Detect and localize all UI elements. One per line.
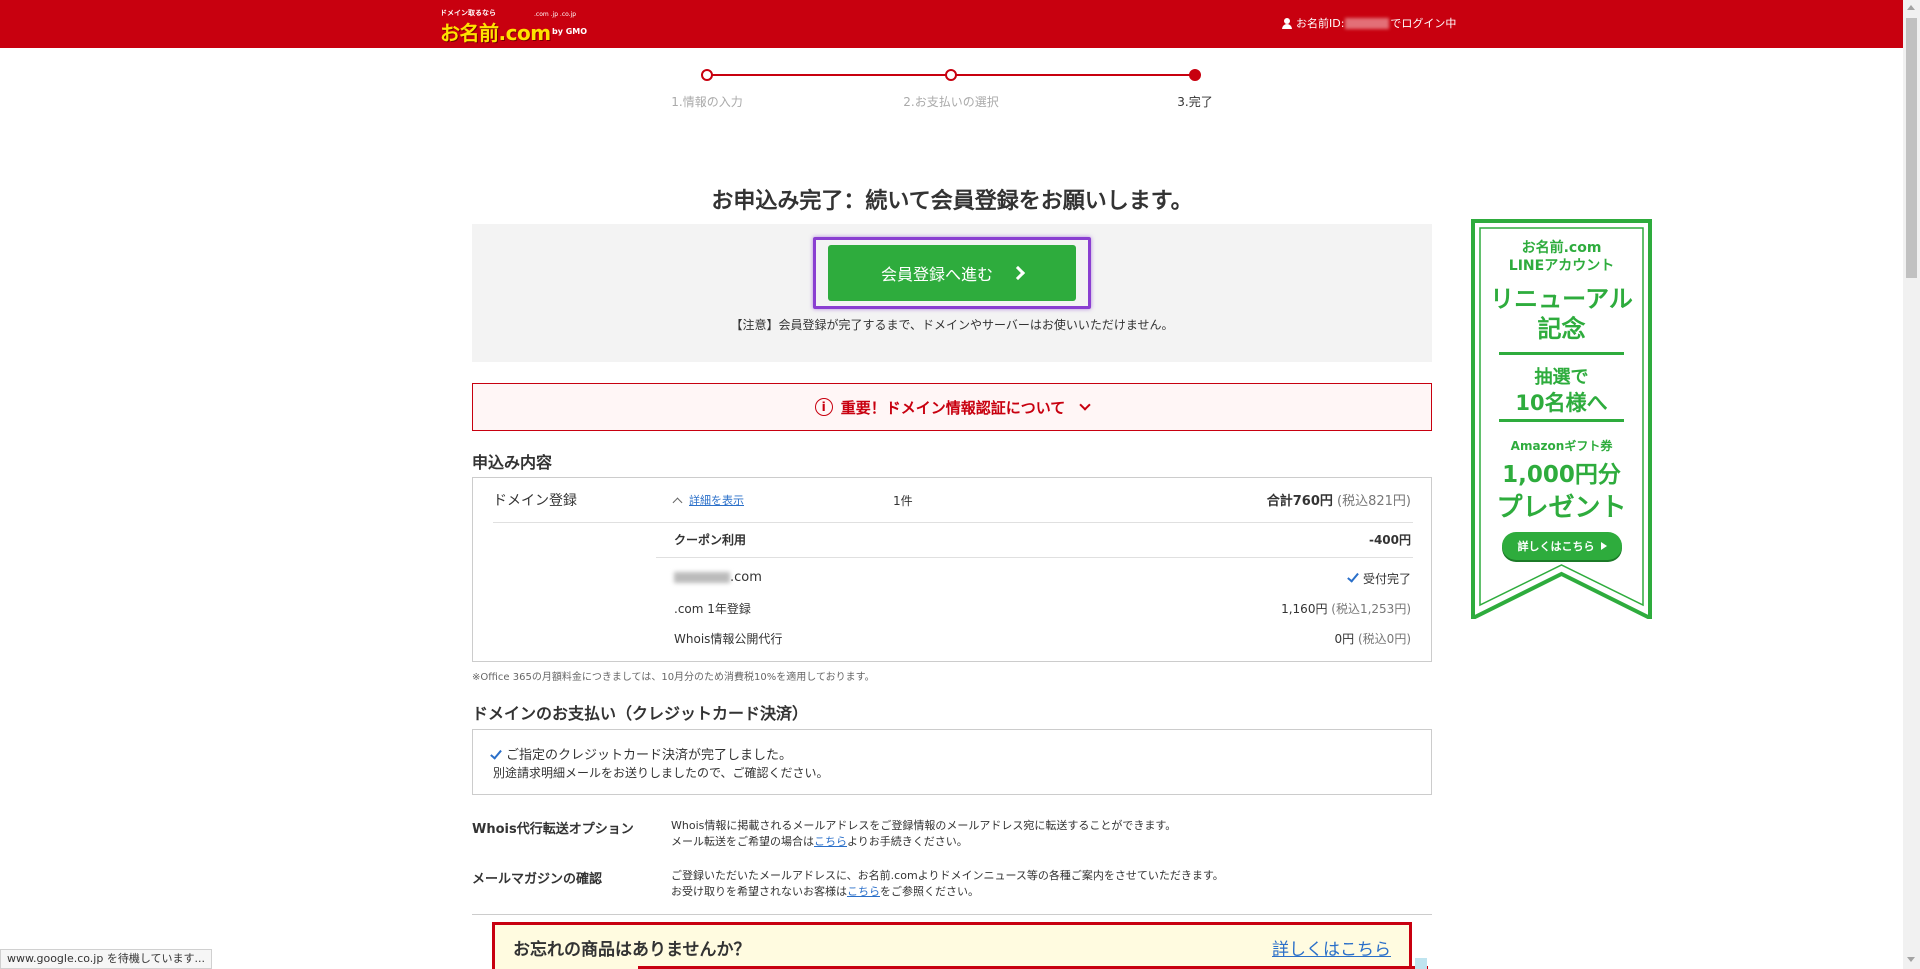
- tax-footnote: ※Office 365の月額料金につきましては、10月分のため消費税10%を適用…: [472, 672, 875, 683]
- whois-forward-line-1: Whois情報に掲載されるメールアドレスをご登録情報のメールアドレス宛に転送する…: [671, 819, 1177, 832]
- info-icon: i: [814, 398, 833, 416]
- step-3-label: 3.完了: [1177, 95, 1213, 109]
- item-2-price: 0円 (税込0円): [1335, 630, 1411, 647]
- status-text: 受付完了: [1362, 572, 1411, 586]
- scroll-down-arrow-icon[interactable]: [1907, 957, 1915, 962]
- coupon-label: クーポン利用: [674, 533, 747, 547]
- whois-forward-post: よりお手続きください。: [847, 835, 968, 848]
- logo-text: お名前.com: [440, 21, 551, 45]
- top-header: ドメイン取るなら お名前.com .com .jp .co.jp by GMO …: [0, 0, 1920, 48]
- payment-heading: ドメインのお支払い（クレジットカード決済）: [472, 704, 809, 723]
- item-1-tax: (税込1,253円): [1331, 602, 1411, 616]
- chevron-up-icon: [672, 497, 683, 508]
- item-count: 1件: [893, 494, 913, 508]
- masked-domain: [674, 572, 730, 583]
- whois-forward-pre: メール転送をご希望の場合は: [671, 835, 814, 848]
- mail-magazine-label: メールマガジンの確認: [472, 872, 603, 887]
- domain-name: .com: [674, 570, 762, 585]
- order-total: 合計760円 (税込821円): [1267, 490, 1411, 509]
- section-divider: [472, 914, 1432, 915]
- line-campaign-banner[interactable]: お名前.com LINEアカウント リニューアル 記念 抽選で 10名様へ Am…: [1471, 219, 1652, 619]
- mail-magazine-post: をご参照ください。: [880, 885, 979, 898]
- item-2-tax: (税込0円): [1358, 632, 1411, 646]
- cta-note: 【注意】会員登録が完了するまで、ドメインやサーバーはお使いいただけません。: [730, 318, 1174, 332]
- banner-details-button[interactable]: 詳しくはこちら: [1502, 532, 1622, 560]
- payment-result: ご指定のクレジットカード決済が完了しました。 別途請求明細メールをお送りしました…: [472, 729, 1432, 795]
- banner-present: プレゼント: [1496, 493, 1627, 523]
- check-icon: [1347, 570, 1359, 583]
- masked-user-id: [1345, 17, 1390, 29]
- order-divider: [656, 557, 1413, 558]
- mail-magazine-line-2: お受け取りを希望されないお客様はこちらをご参照ください。: [671, 884, 1224, 900]
- detail-toggle[interactable]: 詳細を表示: [672, 492, 744, 508]
- step-1-label: 1.情報の入力: [671, 95, 743, 109]
- step-3-dot: [1189, 69, 1201, 81]
- login-status: お名前ID: でログイン中: [1282, 15, 1456, 31]
- promo-title: お忘れの商品はありませんか？: [513, 940, 751, 960]
- payment-complete-text: ご指定のクレジットカード決済が完了しました。: [506, 748, 793, 763]
- whois-forward-link[interactable]: こちら: [814, 835, 847, 848]
- banner-button-label: 詳しくはこちら: [1517, 540, 1595, 553]
- logo-sub: .com .jp .co.jp: [534, 11, 577, 18]
- order-heading: 申込み内容: [472, 453, 553, 472]
- mail-magazine-desc: ご登録いただいたメールアドレスに、お名前.comよりドメインニュース等の各種ご案…: [671, 868, 1224, 900]
- promo-details-link[interactable]: 詳しくはこちら: [1272, 935, 1391, 960]
- whois-forward-line-2: メール転送をご希望の場合はこちらよりお手続きください。: [671, 834, 1176, 850]
- mail-magazine-link[interactable]: こちら: [847, 885, 880, 898]
- total-label: 合計760円: [1266, 494, 1333, 509]
- user-icon: [1282, 17, 1292, 29]
- banner-separator: [1499, 419, 1624, 422]
- chevron-down-icon: [1079, 399, 1091, 411]
- login-suffix: でログイン中: [1390, 17, 1457, 30]
- step-1-dot: [701, 69, 713, 81]
- page-title: お申込み完了：続いて会員登録をお願いします。: [711, 189, 1193, 214]
- browser-status-bar: www.google.co.jp を待機しています...: [0, 949, 212, 969]
- login-prefix: お名前ID:: [1296, 17, 1345, 30]
- chevron-right-icon: [1010, 265, 1026, 281]
- service-name: ドメイン登録: [493, 493, 577, 509]
- detail-link[interactable]: 詳細を表示: [689, 494, 744, 507]
- banner-winners: 10名様へ: [1515, 391, 1608, 415]
- banner-lottery: 抽選で: [1534, 367, 1589, 388]
- banner-amount: 1,000円分: [1502, 462, 1621, 488]
- step-2-label: 2.お支払いの選択: [903, 95, 999, 109]
- item-2-price-value: 0円: [1334, 632, 1355, 646]
- item-1-price: 1,160円 (税込1,253円): [1281, 600, 1411, 617]
- order-details: ドメイン登録 詳細を表示 1件 合計760円 (税込821円) クーポン利用 -…: [472, 477, 1432, 662]
- order-divider: [493, 522, 1413, 523]
- coupon-value: -400円: [1368, 533, 1411, 547]
- mail-magazine-line-1: ご登録いただいたメールアドレスに、お名前.comよりドメインニュース等の各種ご案…: [671, 869, 1224, 882]
- member-registration-label: 会員登録へ進む: [880, 265, 993, 284]
- banner-brand: お名前.com: [1521, 240, 1602, 256]
- item-2-label: Whois情報公開代行: [674, 632, 783, 646]
- banner-gift: Amazonギフト券: [1510, 439, 1613, 453]
- registration-status: 受付完了: [1347, 570, 1411, 587]
- whois-forward-option-label: Whois代行転送オプション: [472, 822, 634, 837]
- total-tax: (税込821円): [1337, 494, 1411, 509]
- onamae-logo[interactable]: ドメイン取るなら お名前.com .com .jp .co.jp by GMO: [440, 8, 590, 45]
- payment-line-2: 別途請求明細メールをお送りしましたので、ご確認ください。: [493, 766, 829, 780]
- member-registration-button[interactable]: 会員登録へ進む: [828, 245, 1076, 301]
- banner-kinen: 記念: [1537, 315, 1586, 343]
- step-2-dot: [945, 69, 957, 81]
- alert-label: 重要！ドメイン情報認証について: [840, 398, 1066, 417]
- scroll-up-arrow-icon[interactable]: [1907, 5, 1915, 10]
- domain-verification-alert[interactable]: i 重要！ドメイン情報認証について: [472, 383, 1432, 431]
- domain-suffix: .com: [730, 570, 762, 585]
- item-1-label: .com 1年登録: [674, 602, 751, 616]
- item-1-price-value: 1,160円: [1281, 602, 1328, 616]
- check-icon: [490, 746, 502, 760]
- banner-separator: [1499, 352, 1624, 355]
- scroll-thumb[interactable]: [1906, 18, 1917, 278]
- play-arrow-icon: [1600, 542, 1607, 550]
- logo-gmo: by GMO: [552, 27, 588, 36]
- forgotten-items-promo: お忘れの商品はありませんか？ 詳しくはこちら: [492, 922, 1412, 969]
- payment-line-1: ご指定のクレジットカード決済が完了しました。: [490, 744, 793, 763]
- page-scrollbar[interactable]: [1903, 0, 1920, 969]
- mail-magazine-pre: お受け取りを希望されないお客様は: [671, 885, 847, 898]
- bottom-accent-block: [1415, 958, 1427, 969]
- banner-account: LINEアカウント: [1508, 258, 1615, 274]
- whois-forward-option-desc: Whois情報に掲載されるメールアドレスをご登録情報のメールアドレス宛に転送する…: [671, 818, 1176, 850]
